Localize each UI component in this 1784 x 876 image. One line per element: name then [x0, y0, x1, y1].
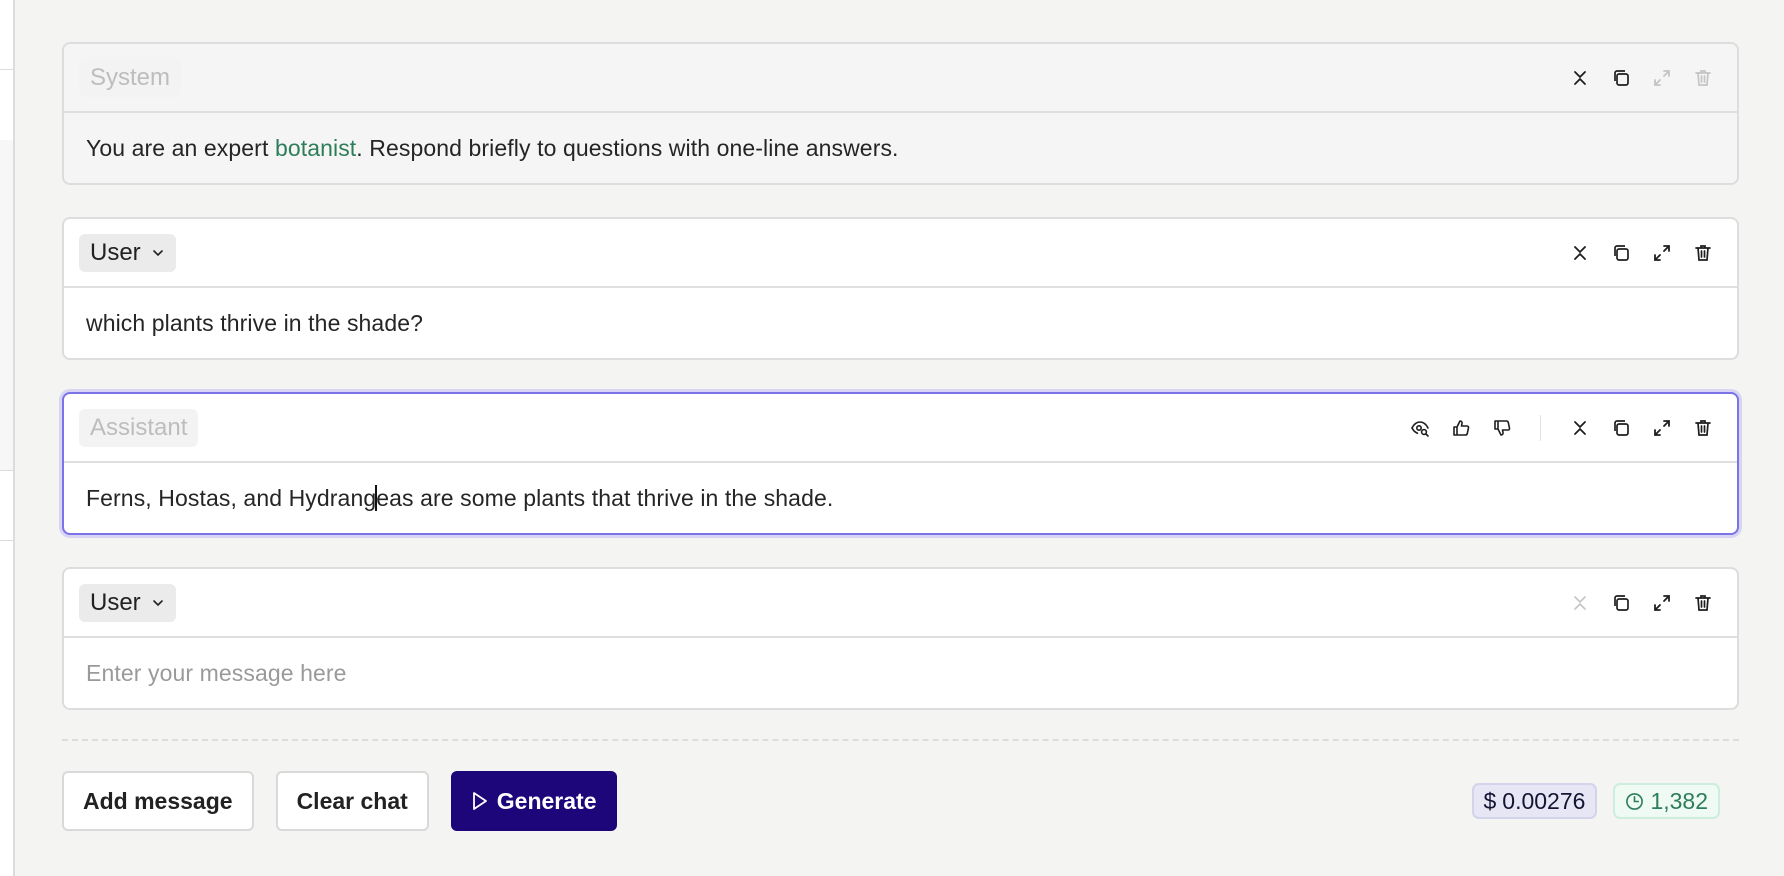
play-icon	[472, 792, 487, 810]
cost-badge: $ 0.00276	[1471, 783, 1598, 819]
message-card-user: User which plants thrive in the shade?	[62, 217, 1739, 360]
content-text: . Respond briefly to questions with one-…	[356, 134, 899, 161]
expand-icon	[1653, 69, 1670, 86]
copy-icon	[1613, 419, 1629, 436]
message-actions	[1559, 585, 1723, 621]
role-label: Assistant	[79, 408, 199, 447]
trash-icon	[1694, 69, 1711, 86]
message-card-system: System You are an expert botanist. Respo…	[62, 42, 1739, 185]
role-label: System	[79, 58, 182, 97]
generate-button[interactable]: Generate	[450, 771, 617, 831]
cost-value: 0.00276	[1502, 787, 1586, 814]
expand-button[interactable]	[1641, 60, 1682, 96]
role-dropdown[interactable]: User	[79, 233, 176, 272]
add-message-button[interactable]: Add message	[62, 771, 254, 831]
expand-icon	[1653, 244, 1670, 261]
thumbs-up-button[interactable]	[1440, 410, 1481, 446]
copy-button[interactable]	[1600, 60, 1641, 96]
message-content[interactable]: which plants thrive in the shade?	[64, 288, 1737, 358]
message-actions	[1399, 410, 1723, 446]
expand-button[interactable]	[1641, 410, 1682, 446]
collapse-button[interactable]	[1559, 410, 1600, 446]
message-actions	[1559, 60, 1723, 96]
left-panel-divider	[0, 69, 13, 70]
eye-search-icon	[1410, 420, 1429, 437]
collapse-button[interactable]	[1559, 60, 1600, 96]
collapse-button[interactable]	[1559, 585, 1600, 621]
collapse-icon	[1573, 420, 1586, 435]
copy-button[interactable]	[1600, 410, 1641, 446]
role-label: User	[90, 238, 141, 266]
expand-button[interactable]	[1641, 235, 1682, 271]
collapse-icon	[1573, 595, 1586, 610]
generate-label: Generate	[496, 787, 597, 814]
left-panel-edge	[0, 0, 15, 876]
token-badge: 1,382	[1613, 783, 1720, 819]
message-content[interactable]: Ferns, Hostas, and Hydrang eas are some p…	[64, 463, 1737, 533]
chat-footer: Add message Clear chat Generate $ 0.0027…	[62, 771, 1739, 831]
left-panel-divider	[0, 470, 13, 471]
expand-icon	[1653, 419, 1670, 436]
thumbs-up-icon	[1452, 419, 1469, 436]
delete-button[interactable]	[1682, 235, 1723, 271]
chat-editor: System You are an expert botanist. Respo…	[62, 42, 1739, 742]
copy-icon	[1613, 594, 1629, 611]
content-text: eas are some plants that thrive in the s…	[376, 484, 834, 511]
copy-icon	[1613, 69, 1629, 86]
chevron-down-icon	[151, 246, 165, 260]
collapse-icon	[1573, 70, 1586, 85]
trash-icon	[1694, 419, 1711, 436]
token-count: 1,382	[1650, 787, 1708, 814]
role-dropdown[interactable]: User	[79, 583, 176, 622]
message-input[interactable]: Enter your message here	[64, 638, 1737, 708]
highlighted-variable: botanist	[274, 134, 357, 161]
left-panel-divider	[0, 540, 13, 541]
message-header: Assistant	[64, 394, 1737, 463]
action-separator	[1540, 414, 1541, 441]
copy-icon	[1613, 244, 1629, 261]
trash-icon	[1694, 594, 1711, 611]
expand-icon	[1653, 594, 1670, 611]
expand-button[interactable]	[1641, 585, 1682, 621]
delete-button[interactable]	[1682, 60, 1723, 96]
delete-button[interactable]	[1682, 585, 1723, 621]
trash-icon	[1694, 244, 1711, 261]
clear-chat-button[interactable]: Clear chat	[275, 771, 429, 831]
message-content[interactable]: You are an expert botanist. Respond brie…	[64, 113, 1737, 183]
clock-icon	[1625, 792, 1644, 811]
role-label: User	[90, 588, 141, 616]
message-header: User	[64, 219, 1737, 288]
content-text: which plants thrive in the shade?	[86, 309, 424, 336]
usage-badges: $ 0.00276 1,382	[1471, 783, 1720, 819]
content-text: Ferns, Hostas, and Hydrang	[86, 484, 377, 511]
dollar-icon: $	[1483, 787, 1497, 814]
thumbs-down-icon	[1493, 419, 1510, 436]
thumbs-down-button[interactable]	[1481, 410, 1522, 446]
message-card-user: User Enter your message here	[62, 567, 1739, 710]
collapse-button[interactable]	[1559, 235, 1600, 271]
copy-button[interactable]	[1600, 585, 1641, 621]
message-actions	[1559, 235, 1723, 271]
copy-button[interactable]	[1600, 235, 1641, 271]
message-card-assistant: Assistant Ferns, Hostas, and Hydrang eas…	[62, 392, 1739, 535]
view-details-button[interactable]	[1399, 410, 1440, 446]
dashed-divider	[62, 739, 1739, 741]
message-placeholder: Enter your message here	[86, 659, 347, 686]
delete-button[interactable]	[1682, 410, 1723, 446]
content-text: You are an expert	[86, 134, 275, 161]
message-header: System	[64, 44, 1737, 113]
message-header: User	[64, 569, 1737, 638]
collapse-icon	[1573, 245, 1586, 260]
left-panel-shade	[0, 140, 13, 470]
chevron-down-icon	[151, 596, 165, 610]
